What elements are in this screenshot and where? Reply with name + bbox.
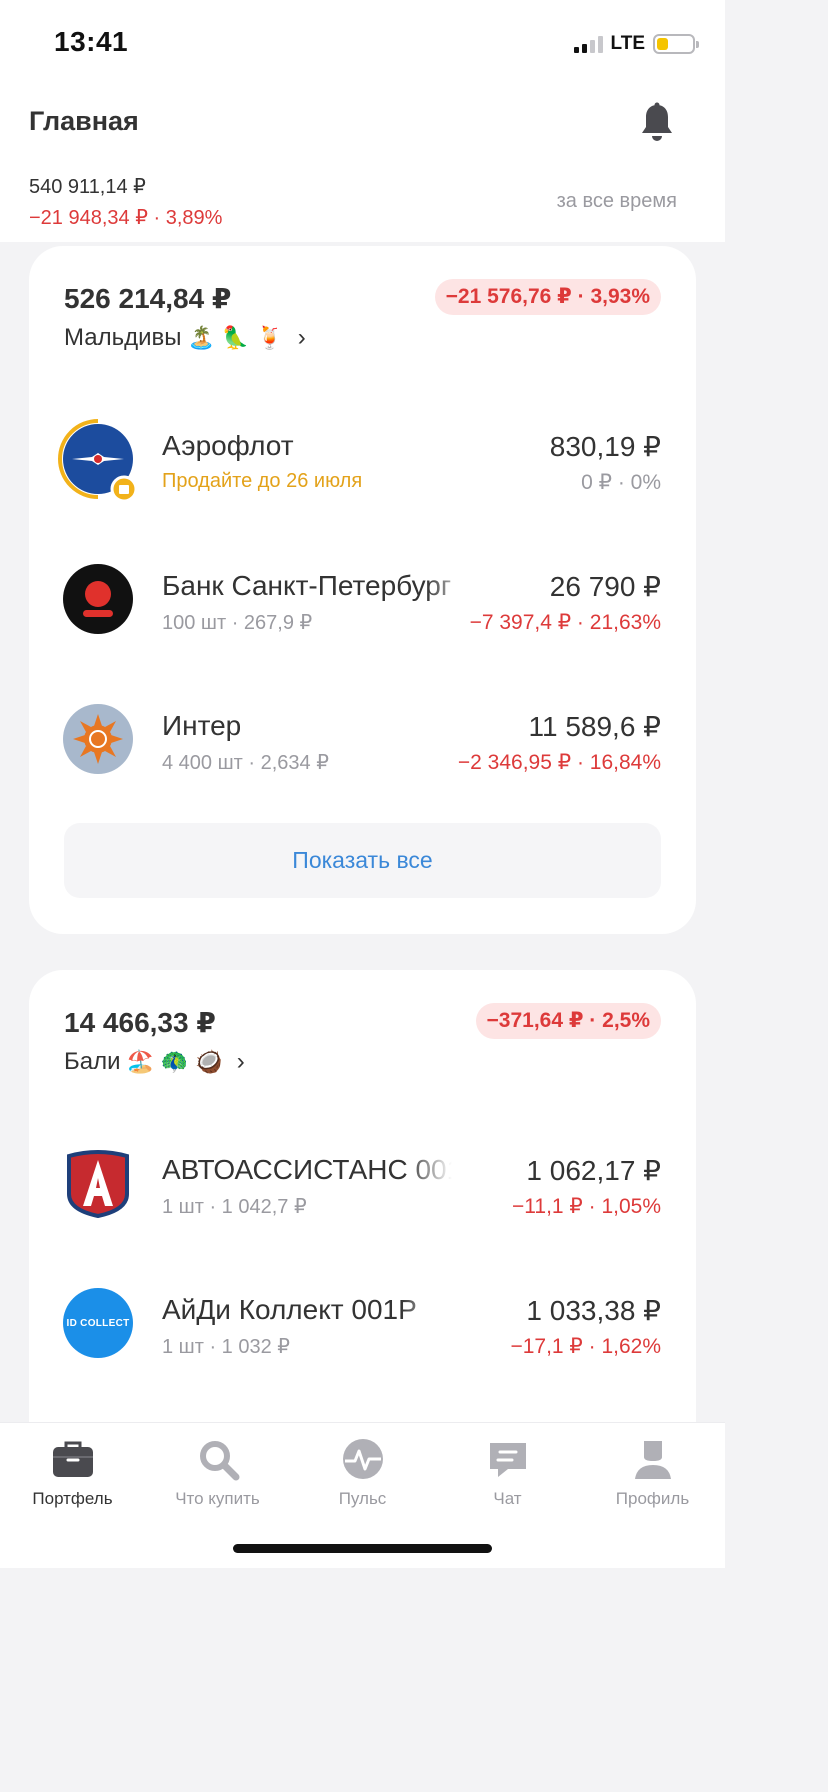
status-indicators: LTE [573,33,699,55]
security-subtitle: Продайте до 26 июля [162,470,363,492]
tab-label: Портфель [32,1489,113,1508]
account-name-link[interactable]: Бали 🏖️ 🦚 🥥 › [64,1048,245,1076]
tab-label: Чат [493,1489,522,1508]
pulse-icon [342,1439,383,1479]
inter-rao-logo [63,704,133,774]
security-subtitle: 4 400 шт · 2,634 ₽ [162,752,329,774]
list-item[interactable]: АВТОАССИСТАНС 001P 1 шт · 1 042,7 ₽ 1 06… [29,1138,696,1228]
autoassistance-logo [63,1148,133,1218]
security-value: 1 062,17 ₽ [526,1155,661,1186]
bank-spb-logo [63,564,133,634]
tab-label: Что купить [175,1489,260,1508]
security-value: 830,19 ₽ [549,431,661,462]
id-collect-logo: ID COLLECT [63,1288,133,1358]
battery-icon [653,34,699,54]
page-title: Главная [29,106,139,136]
security-name: Банк Санкт-Петербург [162,570,472,602]
tab-portfolio[interactable]: Портфель [0,1437,145,1509]
security-value: 26 790 ₽ [549,571,661,602]
tab-chat[interactable]: Чат [435,1437,580,1509]
account-emojis: 🏝️ 🦜 🍹 [187,325,284,351]
account-name: Бали [64,1048,121,1075]
portfolio-total-value: 540 911,14 ₽ [29,176,146,198]
security-value: 1 033,38 ₽ [526,1295,661,1326]
page-header: Главная 540 911,14 ₽ −21 948,34 ₽ · 3,89… [0,88,725,242]
tab-label: Пульс [338,1489,387,1508]
bell-icon[interactable] [639,102,675,144]
security-value: 11 589,6 ₽ [528,711,661,742]
tab-profile[interactable]: Профиль [580,1437,725,1509]
briefcase-icon [52,1441,93,1477]
tab-pulse[interactable]: Пульс [290,1437,435,1509]
network-label: LTE [610,33,645,54]
security-subtitle: 1 шт · 1 042,7 ₽ [162,1196,307,1218]
security-change: −2 346,95 ₽ · 16,84% [457,751,661,774]
account-card-bali: 14 466,33 ₽ −371,64 ₽ · 2,5% Бали 🏖️ 🦚 🥥… [29,970,696,1470]
chat-icon [489,1443,526,1477]
security-name: АйДи Коллект 001P [162,1294,447,1326]
period-selector[interactable]: за все время [557,190,677,213]
security-name: АВТОАССИСТАНС 001P [162,1154,452,1186]
home-indicator [233,1544,492,1553]
aeroflot-logo [58,419,138,502]
list-item[interactable]: Банк Санкт-Петербург 100 шт · 267,9 ₽ 26… [29,554,696,644]
show-all-button[interactable]: Показать все [64,823,661,898]
security-change: −17,1 ₽ · 1,62% [510,1335,661,1358]
security-name: Аэрофлот [162,430,294,461]
list-item[interactable]: ID COLLECT АйДи Коллект 001P 1 шт · 1 03… [29,1278,696,1368]
profile-icon [634,1441,671,1479]
security-subtitle: 100 шт · 267,9 ₽ [162,612,313,634]
tab-label: Профиль [615,1489,690,1508]
account-change-badge: −371,64 ₽ · 2,5% [475,1003,661,1039]
account-card-maldives: 526 214,84 ₽ −21 576,76 ₽ · 3,93% Мальди… [29,246,696,934]
status-time: 13:41 [54,26,129,57]
security-subtitle: 1 шт · 1 032 ₽ [162,1336,290,1358]
portfolio-total-change: −21 948,34 ₽ · 3,89% [29,207,223,229]
security-change: −7 397,4 ₽ · 21,63% [469,611,661,634]
search-icon [199,1441,239,1481]
account-total: 14 466,33 ₽ [64,1007,216,1038]
security-name: Интер [162,710,242,741]
signal-icon [573,35,603,53]
account-emojis: 🏖️ 🦚 🥥 [126,1049,223,1075]
security-change: 0 ₽ · 0% [581,471,661,494]
id-collect-logo-text: ID COLLECT [66,1317,130,1329]
account-name-link[interactable]: Мальдивы 🏝️ 🦜 🍹 › [64,324,306,352]
security-change: −11,1 ₽ · 1,05% [512,1195,661,1218]
status-bar: 13:41 LTE [0,0,725,88]
chevron-right-icon: › [236,1048,245,1075]
chevron-right-icon: › [297,324,306,351]
tab-what-to-buy[interactable]: Что купить [145,1437,290,1509]
account-name: Мальдивы [64,324,182,351]
account-change-badge: −21 576,76 ₽ · 3,93% [434,279,661,315]
account-total: 526 214,84 ₽ [64,283,232,314]
list-item[interactable]: Интер 4 400 шт · 2,634 ₽ 11 589,6 ₽ −2 3… [29,694,696,784]
list-item[interactable]: Аэрофлот Продайте до 26 июля 830,19 ₽ 0 … [29,414,696,504]
